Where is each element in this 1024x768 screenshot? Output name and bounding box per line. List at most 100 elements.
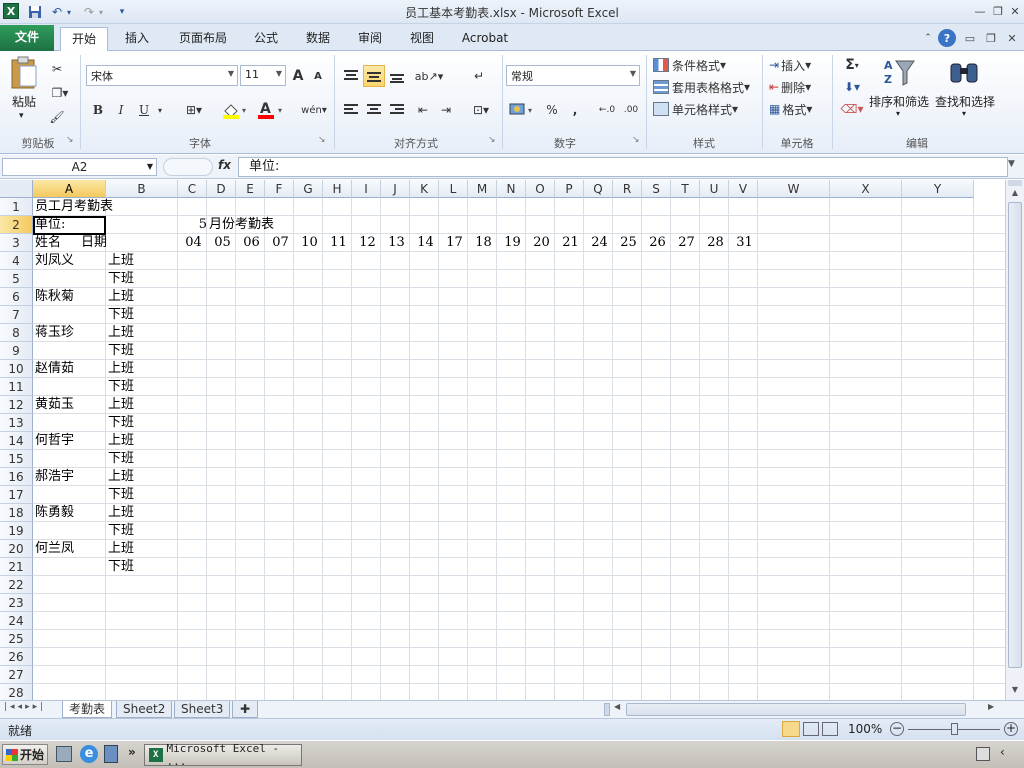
copy-icon[interactable]: ❐▾ [46,83,74,103]
row-header-17[interactable]: 17 [0,486,33,504]
comma-button[interactable]: , [566,99,584,121]
column-header-c[interactable]: C [178,180,207,198]
wrap-text-icon[interactable]: ↵ [468,65,490,87]
spreadsheet-grid[interactable]: ABCDEFGHIJKLMNOPQRSTUVWXY 1 2 3 4 5 6 7 8 9 10 11 1… [0,180,1005,700]
tab-acrobat[interactable]: Acrobat [454,27,516,51]
minimize-ribbon-icon[interactable]: ⌃ [920,30,936,46]
row-header-18[interactable]: 18 [0,504,33,522]
cell-employee-name[interactable]: 赵倩茹 [33,360,74,378]
zoom-level[interactable]: 100% [848,722,882,736]
horizontal-scroll-thumb[interactable] [626,703,966,716]
decrease-indent-icon[interactable]: ⇤ [412,99,434,121]
row-header-4[interactable]: 4 [0,252,33,270]
column-header-r[interactable]: R [613,180,642,198]
cell-date[interactable]: 27 [671,234,700,252]
borders-icon[interactable]: ⊞▾ [178,99,210,121]
restore-icon[interactable]: ❐ [990,3,1006,19]
cell-date[interactable]: 24 [584,234,613,252]
cut-icon[interactable]: ✂ [46,59,68,79]
cell-date[interactable]: 04 [178,234,207,252]
row-header-6[interactable]: 6 [0,288,33,306]
page-layout-view-icon[interactable] [803,722,819,736]
row-header-21[interactable]: 21 [0,558,33,576]
row-header-5[interactable]: 5 [0,270,33,288]
column-header-w[interactable]: W [758,180,830,198]
cell-date[interactable]: 05 [207,234,236,252]
cell-date[interactable]: 31 [729,234,758,252]
scroll-right-icon[interactable]: ▶ [988,702,994,711]
row-header-9[interactable]: 9 [0,342,33,360]
show-desktop-icon[interactable] [56,746,72,762]
italic-button[interactable]: I [111,99,131,121]
column-header-u[interactable]: U [700,180,729,198]
cell-date[interactable]: 25 [613,234,642,252]
column-header-j[interactable]: J [381,180,410,198]
column-header-i[interactable]: I [352,180,381,198]
row-header-25[interactable]: 25 [0,630,33,648]
start-button[interactable]: 开始 [2,744,48,765]
cell-month-label[interactable]: 月份考勤表 [207,216,274,234]
tab-home[interactable]: 开始 [60,27,108,52]
cell-shift-off[interactable]: 下班 [106,486,134,504]
decrease-decimal-icon[interactable]: .00 [620,99,642,121]
page-break-view-icon[interactable] [822,722,838,736]
row-header-24[interactable]: 24 [0,612,33,630]
taskbar-overflow-icon[interactable]: » [128,745,136,759]
grow-font-button[interactable]: A [289,65,307,86]
cell-shift-on[interactable]: 上班 [106,288,134,306]
cell-date-header[interactable]: 日期 [79,234,107,252]
cell-date[interactable]: 13 [381,234,410,252]
cell-shift-on[interactable]: 上班 [106,432,134,450]
cell-shift-on[interactable]: 上班 [106,252,134,270]
sheet-nav-icon[interactable]: |◂◂▸▸| [4,702,46,712]
column-header-l[interactable]: L [439,180,468,198]
row-header-14[interactable]: 14 [0,432,33,450]
column-header-f[interactable]: F [265,180,294,198]
cell-month-number[interactable]: 5 [178,216,207,234]
name-box[interactable]: A2 ▼ [2,158,157,176]
row-header-15[interactable]: 15 [0,450,33,468]
cell-shift-off[interactable]: 下班 [106,306,134,324]
cell-date[interactable]: 07 [265,234,294,252]
cell-shift-off[interactable]: 下班 [106,522,134,540]
cell-shift-on[interactable]: 上班 [106,396,134,414]
paste-dropdown-icon[interactable]: ▾ [19,111,24,121]
cell-shift-on[interactable]: 上班 [106,324,134,342]
tab-page-layout[interactable]: 页面布局 [170,27,236,51]
cell-employee-name[interactable]: 郝浩宇 [33,468,74,486]
row-header-16[interactable]: 16 [0,468,33,486]
clear-icon[interactable]: ⌫▾ [838,99,866,119]
split-box[interactable] [1008,180,1022,186]
underline-button[interactable]: U [134,99,154,121]
find-select-dropdown-icon[interactable]: ▾ [962,109,966,118]
row-header-7[interactable]: 7 [0,306,33,324]
row-header-11[interactable]: 11 [0,378,33,396]
minimize-icon[interactable]: — [972,3,988,19]
shrink-font-button[interactable]: A [310,67,326,86]
row-header-3[interactable]: 3 [0,234,33,252]
column-header-e[interactable]: E [236,180,265,198]
row-header-26[interactable]: 26 [0,648,33,666]
ie-icon[interactable]: e [80,745,98,763]
cell-employee-name[interactable]: 何哲宇 [33,432,74,450]
orientation-icon[interactable]: ab↗▾ [414,65,444,87]
format-painter-icon[interactable]: 🖌 [46,107,68,127]
tab-view[interactable]: 视图 [402,27,442,51]
scroll-up-icon[interactable]: ▲ [1008,188,1022,200]
column-header-y[interactable]: Y [902,180,974,198]
column-header-d[interactable]: D [207,180,236,198]
insert-cells-button[interactable]: ⇥ 插入 ▾ [768,55,828,75]
clipboard-launcher-icon[interactable]: ↘ [66,135,74,145]
font-size-combo[interactable]: 11 ▼ [240,65,286,86]
cell-shift-on[interactable]: 上班 [106,468,134,486]
number-launcher-icon[interactable]: ↘ [632,135,640,145]
column-header-t[interactable]: T [671,180,700,198]
bottom-align-icon[interactable] [386,65,408,87]
column-header-x[interactable]: X [830,180,902,198]
zoom-out-icon[interactable]: − [890,722,904,736]
tab-review[interactable]: 审阅 [350,27,390,51]
taskbar-excel-window[interactable]: X Microsoft Excel - ... [144,742,302,768]
normal-view-icon[interactable] [782,721,800,737]
cell-shift-off[interactable]: 下班 [106,450,134,468]
cell-date[interactable]: 11 [323,234,352,252]
